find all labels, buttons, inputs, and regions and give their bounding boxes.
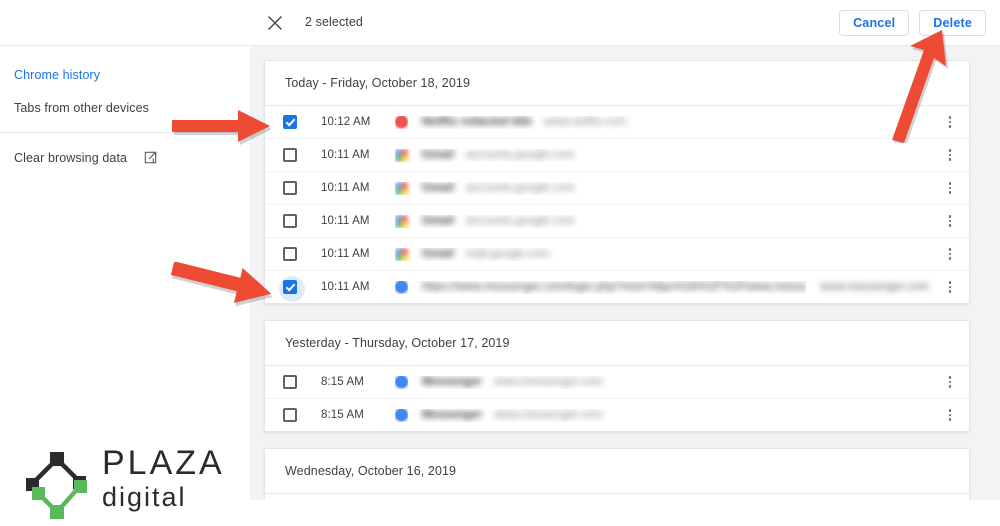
row-title[interactable]: https://www.messenger.com/login.php?next…	[422, 281, 806, 293]
row-time: 10:11 AM	[321, 149, 370, 161]
sidebar-item-clear-browsing-data[interactable]: Clear browsing data	[0, 141, 250, 174]
history-list[interactable]: Today - Friday, October 18, 2019 10:12 A…	[250, 46, 1000, 500]
sidebar-item-label: Chrome history	[14, 67, 101, 82]
row-url: accounts.google.com	[465, 149, 575, 161]
top-toolbar: 2 selected Cancel Delete	[0, 0, 1000, 46]
favicon-icon	[395, 280, 408, 294]
favicon-icon	[395, 181, 408, 195]
row-url: accounts.google.com	[465, 182, 575, 194]
row-url: www.messenger.com	[494, 409, 603, 421]
row-url: mail.google.com	[465, 248, 550, 260]
row-title[interactable]: Gmail	[422, 248, 454, 260]
row-time: 8:15 AM	[321, 409, 364, 421]
history-section-yesterday: Yesterday - Thursday, October 17, 2019 8…	[264, 320, 970, 432]
selected-count-label: 2 selected	[305, 15, 363, 29]
row-checkbox[interactable]	[283, 115, 297, 129]
logo-name-top: PLAZA	[102, 444, 225, 482]
sidebar-item-label: Tabs from other devices	[14, 100, 149, 115]
table-row[interactable]: 10:12 AM Netflix redacted title www.netf…	[265, 106, 969, 138]
table-row[interactable]: 8:15 AM Messenger www.messenger.com	[265, 366, 969, 398]
table-row[interactable]: 10:11 AM https://www.messenger.com/login…	[265, 270, 969, 303]
close-icon[interactable]	[264, 12, 286, 34]
toolbar-actions: Cancel Delete	[839, 10, 986, 36]
row-title[interactable]: Messenger	[422, 409, 482, 421]
row-checkbox[interactable]	[283, 181, 297, 195]
row-time: 10:11 AM	[321, 248, 370, 260]
row-checkbox[interactable]	[283, 408, 297, 422]
history-section-today: Today - Friday, October 18, 2019 10:12 A…	[264, 60, 970, 304]
favicon-icon	[395, 247, 408, 261]
section-header: Yesterday - Thursday, October 17, 2019	[265, 321, 969, 366]
sidebar-item-chrome-history[interactable]: Chrome history	[0, 58, 250, 91]
table-row[interactable]: 10:11 AM Gmail accounts.google.com	[265, 171, 969, 204]
sidebar-item-label: Clear browsing data	[14, 150, 128, 165]
row-more-options-icon[interactable]	[941, 210, 959, 232]
row-more-options-icon[interactable]	[941, 371, 959, 393]
table-row[interactable]: 10:11 AM Gmail accounts.google.com	[265, 138, 969, 171]
table-row[interactable]: 10:11 AM Gmail mail.google.com	[265, 237, 969, 270]
row-time: 10:11 AM	[321, 182, 370, 194]
section-header: Today - Friday, October 18, 2019	[265, 61, 969, 106]
row-url: accounts.google.com	[465, 215, 575, 227]
plaza-logo-text: PLAZA digital	[102, 444, 225, 512]
cancel-button[interactable]: Cancel	[839, 10, 910, 36]
sidebar-item-tabs-from-other-devices[interactable]: Tabs from other devices	[0, 91, 250, 124]
favicon-icon	[395, 115, 408, 129]
history-section-wednesday: Wednesday, October 16, 2019	[264, 448, 970, 500]
row-checkbox[interactable]	[283, 148, 297, 162]
sidebar: Chrome history Tabs from other devices C…	[0, 46, 250, 519]
row-title[interactable]: Messenger	[422, 376, 482, 388]
sidebar-divider	[0, 132, 250, 133]
logo-name-bottom: digital	[102, 482, 187, 512]
delete-button[interactable]: Delete	[919, 10, 986, 36]
favicon-icon	[395, 408, 408, 422]
row-time: 8:15 AM	[321, 376, 364, 388]
row-title[interactable]: Gmail	[422, 182, 454, 194]
row-title[interactable]: Netflix redacted title	[422, 116, 532, 128]
row-more-options-icon[interactable]	[941, 243, 959, 265]
favicon-icon	[395, 214, 408, 228]
row-title[interactable]: Gmail	[422, 215, 454, 227]
favicon-icon	[395, 375, 408, 389]
row-url: www.messenger.com	[494, 376, 603, 388]
row-more-options-icon[interactable]	[941, 144, 959, 166]
row-checkbox[interactable]	[283, 247, 297, 261]
row-checkbox[interactable]	[283, 375, 297, 389]
row-domain: www.messenger.com	[820, 281, 929, 293]
table-row[interactable]: 8:15 AM Messenger www.messenger.com	[265, 398, 969, 431]
favicon-icon	[395, 148, 408, 162]
section-header: Wednesday, October 16, 2019	[265, 449, 969, 494]
row-checkbox[interactable]	[283, 214, 297, 228]
plaza-digital-logo: PLAZA digital	[20, 444, 222, 526]
row-more-options-icon[interactable]	[941, 276, 959, 298]
row-time: 10:11 AM	[321, 215, 370, 227]
row-time: 10:11 AM	[321, 281, 370, 293]
row-checkbox[interactable]	[279, 276, 305, 302]
plaza-logo-mark	[26, 452, 87, 519]
row-time: 10:12 AM	[321, 116, 371, 128]
row-url: www.netflix.com	[543, 116, 627, 128]
row-more-options-icon[interactable]	[941, 111, 959, 133]
row-more-options-icon[interactable]	[941, 177, 959, 199]
row-more-options-icon[interactable]	[941, 404, 959, 426]
table-row[interactable]: 10:11 AM Gmail accounts.google.com	[265, 204, 969, 237]
external-link-icon	[143, 150, 158, 165]
row-title[interactable]: Gmail	[422, 149, 454, 161]
